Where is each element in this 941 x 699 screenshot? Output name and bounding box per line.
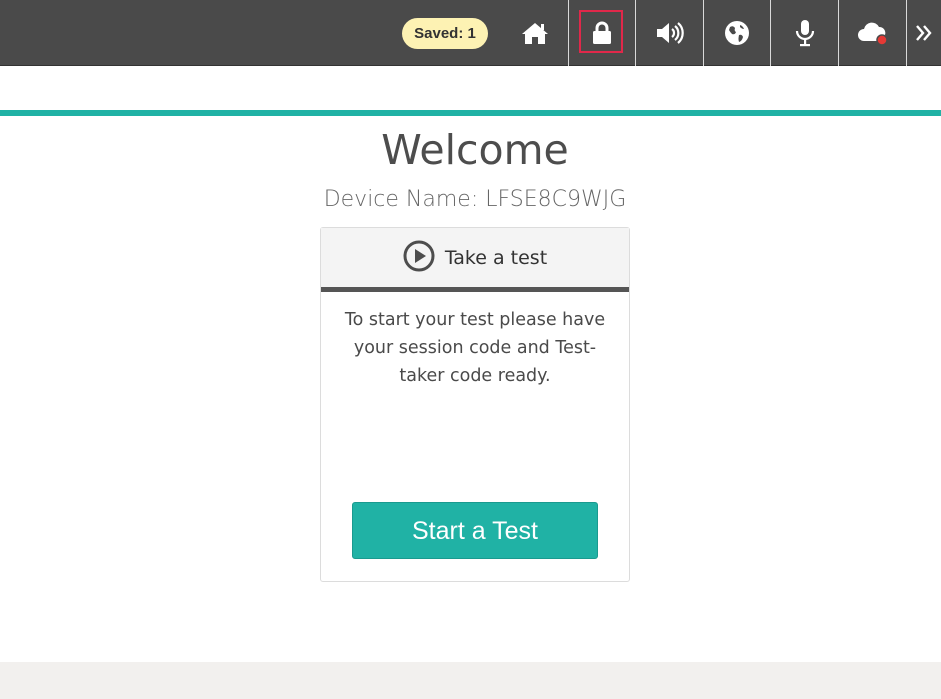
play-circle-icon	[403, 240, 435, 276]
speaker-icon	[655, 21, 685, 45]
language-button[interactable]	[703, 0, 770, 66]
double-chevron-right-icon	[915, 23, 933, 43]
home-icon	[521, 21, 549, 45]
card-instructions: To start your test please have your sess…	[344, 310, 606, 386]
cloud-status-icon	[856, 19, 890, 47]
saved-badge: Saved: 1	[402, 18, 488, 49]
device-name: Device Name: LFSE8C9WJG	[323, 187, 627, 212]
card-title: Take a test	[444, 246, 548, 269]
start-test-button[interactable]: Start a Test	[352, 502, 598, 559]
globe-icon	[724, 20, 750, 46]
accent-divider	[0, 110, 941, 116]
page-title: Welcome	[381, 126, 569, 174]
connection-button[interactable]	[838, 0, 906, 66]
footer-band	[0, 662, 941, 699]
lock-icon	[592, 21, 612, 45]
home-button[interactable]	[501, 0, 568, 66]
more-button[interactable]	[906, 0, 941, 66]
top-toolbar: Saved: 1	[0, 0, 941, 66]
take-test-card: Take a test To start your test please ha…	[320, 227, 630, 582]
lock-button[interactable]	[568, 0, 635, 66]
audio-button[interactable]	[635, 0, 703, 66]
microphone-icon	[794, 19, 816, 47]
card-header: Take a test	[321, 228, 629, 292]
microphone-button[interactable]	[770, 0, 838, 66]
